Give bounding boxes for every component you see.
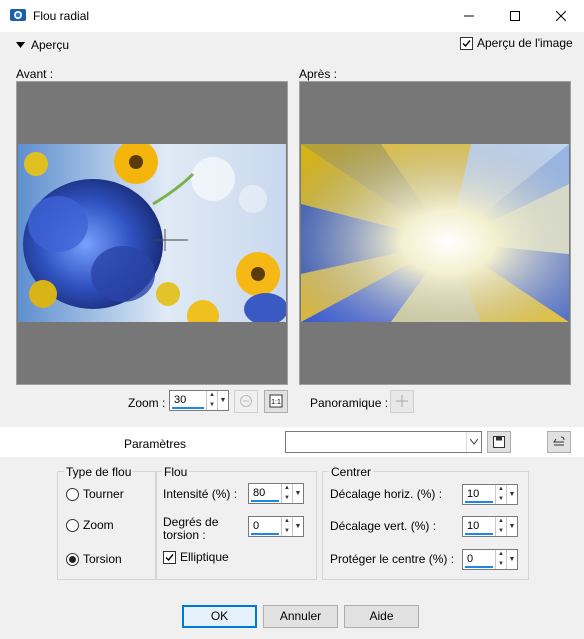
radio-tourner-label: Tourner xyxy=(83,487,124,501)
twist-spinner[interactable]: 0 ▲ ▼ ▼ xyxy=(248,516,304,537)
pan-button[interactable] xyxy=(390,390,414,413)
minimize-icon xyxy=(464,15,474,17)
v-offset-spinner[interactable]: 10 ▲ ▼ ▼ xyxy=(462,516,518,537)
move-icon xyxy=(396,395,408,407)
ok-button[interactable]: OK xyxy=(182,605,257,628)
radio-button-selected[interactable] xyxy=(66,552,79,566)
twist-label-line2: torsion : xyxy=(163,528,206,542)
dropdown-arrow-icon[interactable]: ▼ xyxy=(506,550,517,569)
spin-down-icon[interactable]: ▼ xyxy=(282,527,292,537)
intensity-spinner[interactable]: 80 ▲ ▼ ▼ xyxy=(248,483,304,504)
radio-torsion[interactable]: Torsion xyxy=(66,552,122,566)
radio-zoom-label: Zoom xyxy=(83,518,114,532)
spin-up-icon[interactable]: ▲ xyxy=(496,550,506,560)
spin-down-icon[interactable]: ▼ xyxy=(496,495,506,505)
spin-down-icon[interactable]: ▼ xyxy=(496,560,506,570)
spin-up-icon[interactable]: ▲ xyxy=(207,391,217,401)
caret-down-icon xyxy=(16,41,25,48)
zoom-label: Zoom : xyxy=(128,396,166,410)
help-button[interactable]: Aide xyxy=(344,605,419,628)
twist-value[interactable]: 0 xyxy=(253,520,259,532)
zoom-fit-icon xyxy=(240,395,252,407)
v-offset-label: Décalage vert. (%) : xyxy=(330,519,437,533)
maximize-icon xyxy=(510,11,520,21)
h-offset-value[interactable]: 10 xyxy=(467,488,479,500)
blur-group-title: Flou xyxy=(162,465,190,479)
h-offset-label: Décalage horiz. (%) : xyxy=(330,487,443,501)
protect-center-value[interactable]: 0 xyxy=(467,553,473,565)
params-label: Paramètres xyxy=(124,437,187,451)
radio-button[interactable] xyxy=(66,518,79,532)
image-preview-checkbox[interactable]: Aperçu de l'image xyxy=(460,36,573,50)
v-offset-value[interactable]: 10 xyxy=(467,520,479,532)
intensity-label: Intensité (%) : xyxy=(163,487,238,501)
dropdown-arrow-icon[interactable]: ▼ xyxy=(506,485,517,504)
dropdown-arrow-icon[interactable]: ▼ xyxy=(292,484,303,503)
reset-icon xyxy=(553,436,565,446)
protect-center-label: Protéger le centre (%) : xyxy=(330,552,455,566)
intensity-value[interactable]: 80 xyxy=(253,487,265,499)
chevron-down-icon xyxy=(469,438,479,445)
zoom-actual-size-button[interactable]: 1:1 xyxy=(264,390,288,413)
dropdown-arrow-icon[interactable]: ▼ xyxy=(292,517,303,536)
elliptic-checkbox[interactable]: Elliptique xyxy=(163,550,229,564)
save-icon xyxy=(493,436,505,448)
spin-down-icon[interactable]: ▼ xyxy=(207,401,217,411)
actual-size-icon: 1:1 xyxy=(269,394,283,408)
after-panel xyxy=(299,81,571,385)
dropdown-arrow-icon[interactable]: ▼ xyxy=(506,517,517,536)
zoom-value[interactable]: 30 xyxy=(174,394,186,406)
h-offset-spinner[interactable]: 10 ▲ ▼ ▼ xyxy=(462,484,518,505)
spin-down-icon[interactable]: ▼ xyxy=(496,527,506,537)
minimize-button[interactable] xyxy=(446,0,492,32)
spin-up-icon[interactable]: ▲ xyxy=(282,517,292,527)
close-icon xyxy=(556,11,566,21)
blur-type-title: Type de flou xyxy=(64,465,134,479)
pan-label: Panoramique : xyxy=(310,396,389,410)
dropdown-arrow-icon[interactable]: ▼ xyxy=(217,391,228,410)
check-icon xyxy=(165,553,174,561)
app-icon xyxy=(10,9,26,21)
after-image xyxy=(301,144,569,322)
before-label: Avant : xyxy=(16,67,54,81)
check-icon xyxy=(462,39,471,47)
cancel-button[interactable]: Annuler xyxy=(263,605,338,628)
center-group-title: Centrer xyxy=(329,465,374,479)
radio-zoom[interactable]: Zoom xyxy=(66,518,114,532)
before-image[interactable] xyxy=(18,144,286,322)
preset-select[interactable] xyxy=(285,431,482,453)
maximize-button[interactable] xyxy=(492,0,538,32)
radio-button[interactable] xyxy=(66,487,79,501)
twist-label-line1: Degrés de xyxy=(163,515,219,529)
save-preset-button[interactable] xyxy=(487,431,511,453)
spin-up-icon[interactable]: ▲ xyxy=(496,517,506,527)
checkbox-box[interactable] xyxy=(163,550,176,564)
svg-text:1:1: 1:1 xyxy=(271,399,281,406)
radio-torsion-label: Torsion xyxy=(83,552,122,566)
before-panel[interactable] xyxy=(16,81,288,385)
preview-toggle[interactable]: Aperçu xyxy=(16,38,69,52)
preset-dropdown-button[interactable] xyxy=(466,432,481,452)
image-preview-label: Aperçu de l'image xyxy=(477,36,573,50)
protect-center-spinner[interactable]: 0 ▲ ▼ ▼ xyxy=(462,549,518,570)
preview-toggle-label: Aperçu xyxy=(31,38,70,52)
close-button[interactable] xyxy=(538,0,584,32)
spin-up-icon[interactable]: ▲ xyxy=(496,485,506,495)
zoom-fit-button[interactable] xyxy=(234,390,258,413)
after-label: Après : xyxy=(299,67,338,81)
title-bar: Flou radial xyxy=(0,0,584,32)
checkbox-box[interactable] xyxy=(460,36,473,50)
elliptic-label: Elliptique xyxy=(180,550,229,564)
zoom-spinner[interactable]: 30 ▲ ▼ ▼ xyxy=(169,390,229,411)
window-title: Flou radial xyxy=(33,9,90,23)
spin-up-icon[interactable]: ▲ xyxy=(282,484,292,494)
spin-down-icon[interactable]: ▼ xyxy=(282,494,292,504)
reset-button[interactable] xyxy=(547,431,571,453)
radio-tourner[interactable]: Tourner xyxy=(66,487,124,501)
